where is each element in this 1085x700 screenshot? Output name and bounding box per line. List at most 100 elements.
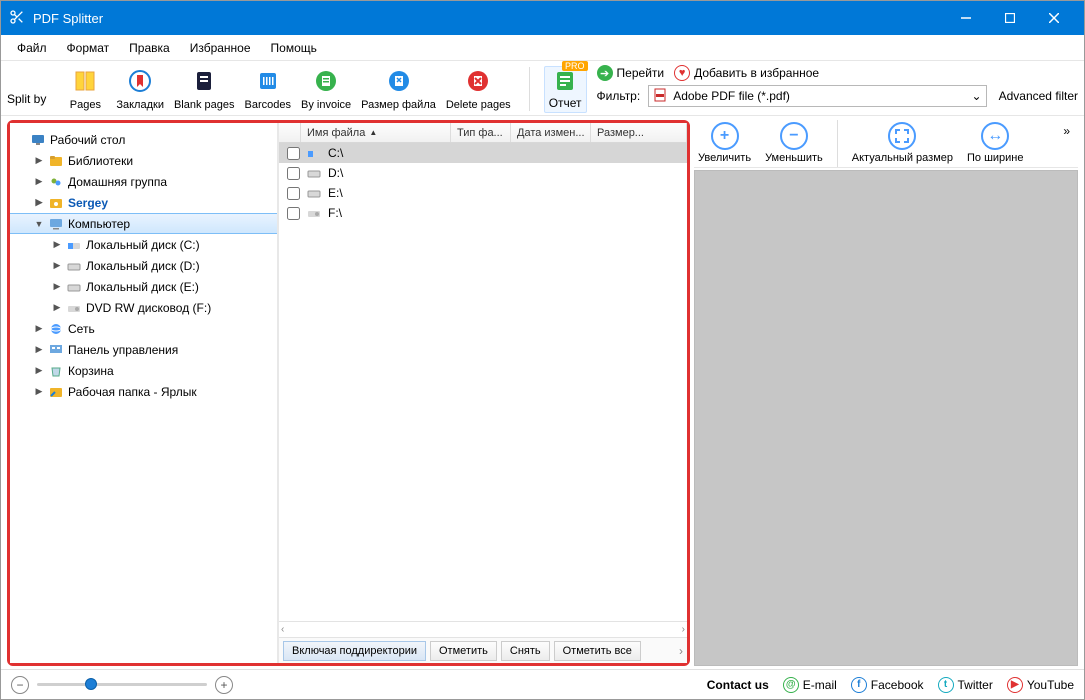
menu-помощь[interactable]: Помощь <box>261 37 327 59</box>
col-name[interactable]: Имя файла▲ <box>301 123 451 142</box>
menu-файл[interactable]: Файл <box>7 37 57 59</box>
include-subdirs-button[interactable]: Включая поддиректории <box>283 641 426 661</box>
toolbar-delete-pages[interactable]: Delete pages <box>442 65 515 113</box>
facebook-link[interactable]: fFacebook <box>851 677 924 693</box>
tree-item[interactable]: ▶DVD RW дисковод (F:) <box>10 297 277 318</box>
report-button[interactable]: PRO Отчет <box>544 66 587 113</box>
menu-правка[interactable]: Правка <box>119 37 180 59</box>
libraries-icon <box>48 153 64 169</box>
chevron-right-icon[interactable]: › <box>679 644 683 658</box>
advanced-filter-link[interactable]: Advanced filter <box>999 89 1078 103</box>
facebook-icon: f <box>851 677 867 693</box>
zoom-slider-plus-button[interactable]: + <box>215 676 233 694</box>
expand-icon[interactable]: ▶ <box>34 366 44 376</box>
minimize-button[interactable] <box>944 1 988 35</box>
youtube-link[interactable]: ▶YouTube <box>1007 677 1074 693</box>
youtube-icon: ▶ <box>1007 677 1023 693</box>
file-list-body[interactable]: C:\ D:\E:\F:\ <box>279 143 687 621</box>
toolbar-размер-файла[interactable]: Размер файла <box>357 65 440 113</box>
expand-icon[interactable]: ▶ <box>34 198 44 208</box>
zoom-in-label: Увеличить <box>698 152 751 164</box>
zoom-in-button[interactable]: + Увеличить <box>698 120 751 164</box>
row-checkbox[interactable] <box>287 207 300 220</box>
row-checkbox[interactable] <box>287 187 300 200</box>
tree-item[interactable]: ▶Панель управления <box>10 339 277 360</box>
zoom-slider-track[interactable] <box>37 683 207 686</box>
expand-icon[interactable]: ▶ <box>52 282 62 292</box>
tree-item[interactable]: ▶Локальный диск (D:) <box>10 255 277 276</box>
tree-item[interactable]: ▶Домашняя группа <box>10 171 277 192</box>
go-button[interactable]: ➔ Перейти <box>597 65 665 81</box>
zoom-slider[interactable]: − + <box>11 676 233 694</box>
tree-item[interactable]: ▶Локальный диск (C:) <box>10 234 277 255</box>
filter-combobox[interactable]: Adobe PDF file (*.pdf) ⌄ <box>648 85 986 107</box>
file-row[interactable]: E:\ <box>279 183 687 203</box>
expand-icon[interactable] <box>16 135 26 145</box>
row-checkbox[interactable] <box>287 147 300 160</box>
tree-item-label: Sergey <box>68 196 108 210</box>
drive-icon <box>66 258 82 274</box>
fit-width-icon: ↔ <box>981 122 1009 150</box>
contact-us-link[interactable]: Contact us <box>707 678 769 692</box>
file-name: C:\ <box>328 146 343 160</box>
col-date[interactable]: Дата измен... <box>511 123 591 142</box>
tree-item[interactable]: ▶ Корзина <box>10 360 277 381</box>
close-button[interactable] <box>1032 1 1076 35</box>
file-row[interactable]: D:\ <box>279 163 687 183</box>
expand-icon[interactable]: ▼ <box>34 219 44 229</box>
tree-item[interactable]: ▶Сеть <box>10 318 277 339</box>
zoom-slider-minus-button[interactable]: − <box>11 676 29 694</box>
menu-формат[interactable]: Формат <box>57 37 120 59</box>
tree-item[interactable]: ▶Локальный диск (E:) <box>10 276 277 297</box>
maximize-button[interactable] <box>988 1 1032 35</box>
col-size[interactable]: Размер... <box>591 123 687 142</box>
drive-c-icon <box>306 145 322 161</box>
file-row[interactable]: F:\ <box>279 203 687 223</box>
dvd-icon <box>306 205 322 221</box>
uncheck-button[interactable]: Снять <box>501 641 550 661</box>
expand-icon[interactable]: ▶ <box>34 387 44 397</box>
expand-icon[interactable]: ▶ <box>34 324 44 334</box>
add-favorite-button[interactable]: ♥ Добавить в избранное <box>674 65 819 81</box>
tree-item-label: Компьютер <box>68 217 130 231</box>
folder-tree[interactable]: Рабочий стол▶Библиотеки▶Домашняя группа▶… <box>10 123 278 663</box>
tree-item[interactable]: Рабочий стол <box>10 129 277 150</box>
col-checkbox[interactable] <box>279 123 301 142</box>
tree-item[interactable]: ▼ Компьютер <box>10 213 277 234</box>
fit-width-label: По ширине <box>967 152 1024 164</box>
expand-icon[interactable]: ▶ <box>52 261 62 271</box>
expand-icon[interactable]: ▶ <box>34 177 44 187</box>
check-button[interactable]: Отметить <box>430 641 497 661</box>
expand-icon[interactable]: ▶ <box>34 156 44 166</box>
check-all-button[interactable]: Отметить все <box>554 641 641 661</box>
col-type[interactable]: Тип фа... <box>451 123 511 142</box>
file-row[interactable]: C:\ <box>279 143 687 163</box>
tree-item-label: Корзина <box>68 364 114 378</box>
toolbar-blank-pages[interactable]: Blank pages <box>170 65 239 113</box>
horizontal-scrollbar[interactable]: ‹› <box>279 621 687 637</box>
toolbar-barcodes[interactable]: Barcodes <box>241 65 295 113</box>
overflow-chevron-icon[interactable]: » <box>1059 120 1074 142</box>
tree-item[interactable]: ▶ Sergey <box>10 192 277 213</box>
toolbar-закладки[interactable]: Закладки <box>112 65 168 113</box>
actual-size-button[interactable]: Актуальный размер <box>852 120 953 164</box>
statusbar: − + Contact us @E-mail fFacebook tTwitte… <box>1 669 1084 699</box>
preview-canvas <box>694 170 1078 666</box>
tree-item[interactable]: ▶Библиотеки <box>10 150 277 171</box>
tree-item[interactable]: ▶Рабочая папка - Ярлык <box>10 381 277 402</box>
toolbar-by-invoice[interactable]: By invoice <box>297 65 355 113</box>
zoom-slider-thumb[interactable] <box>85 678 97 690</box>
expand-icon[interactable]: ▶ <box>52 240 62 250</box>
row-checkbox[interactable] <box>287 167 300 180</box>
email-link[interactable]: @E-mail <box>783 677 837 693</box>
drive-c-icon <box>66 237 82 253</box>
expand-icon[interactable]: ▶ <box>34 345 44 355</box>
twitter-link[interactable]: tTwitter <box>938 677 993 693</box>
favorite-label: Добавить в избранное <box>694 66 819 80</box>
menu-избранное[interactable]: Избранное <box>180 37 261 59</box>
main-area: Рабочий стол▶Библиотеки▶Домашняя группа▶… <box>1 116 1084 666</box>
toolbar-pages[interactable]: Pages <box>60 65 110 113</box>
zoom-out-button[interactable]: − Уменьшить <box>765 120 823 164</box>
fit-width-button[interactable]: ↔ По ширине <box>967 120 1024 164</box>
expand-icon[interactable]: ▶ <box>52 303 62 313</box>
